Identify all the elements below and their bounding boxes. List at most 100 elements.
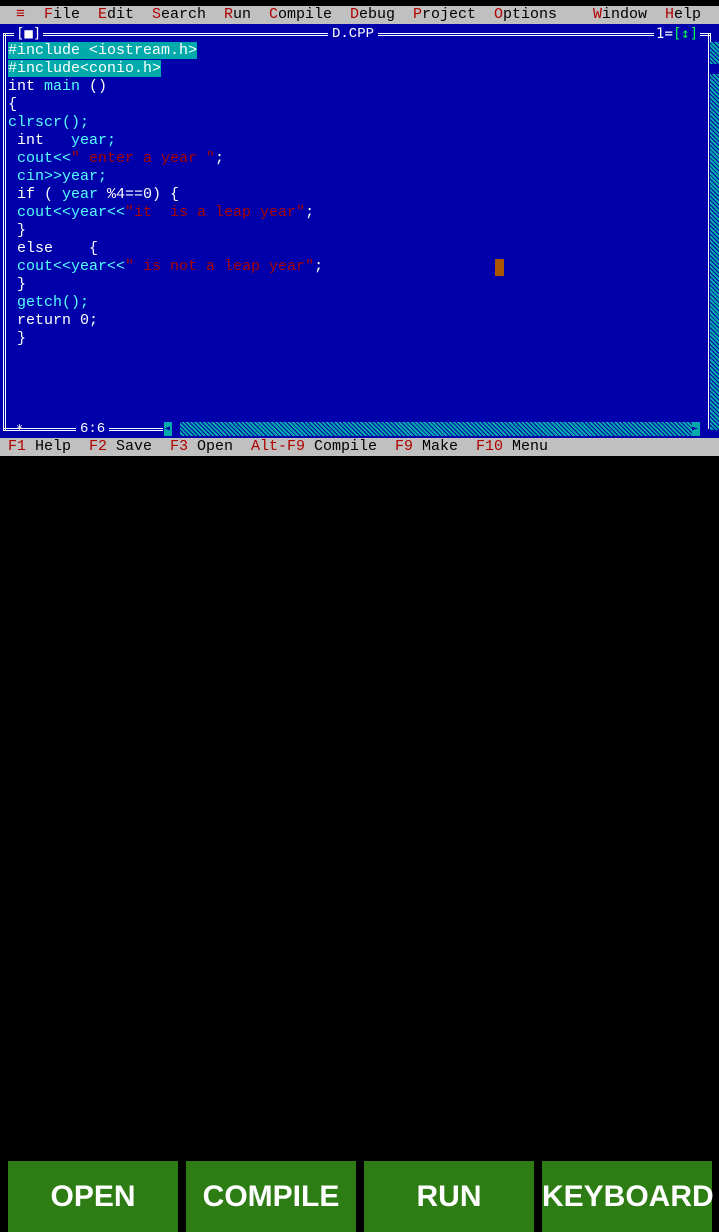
menu-bar: ≡ File Edit Search Run Compile Debug Pro… [0,6,719,24]
code-string: " enter a year " [71,150,216,167]
menu-options[interactable]: Options [494,6,557,24]
code-keyword: else [8,240,54,257]
system-menu-icon[interactable]: ≡ [16,6,25,24]
code-symbol: } [8,330,27,347]
menu-run[interactable]: Run [224,6,251,24]
code-line: int main () [8,78,323,96]
fkey-make-label: Make [413,438,459,455]
fkey-save[interactable]: F2 Save [89,438,152,456]
code-keyword: return [8,312,72,329]
menu-edit[interactable]: Edit [98,6,134,24]
code-line: clrscr(); [8,114,323,132]
code-identifier: year [62,186,99,203]
code-line: } [8,222,323,240]
menu-project[interactable]: Project [413,6,476,24]
code-line: getch(); [8,294,323,312]
menu-debug-hotkey: D [350,6,360,23]
compile-button[interactable]: COMPILE [186,1161,356,1232]
menu-project-label: roject [422,6,477,23]
menu-file[interactable]: File [44,6,80,24]
include-directive: #include<conio.h> [8,60,162,77]
code-symbol: 0; [71,312,99,329]
menu-debug-label: ebug [359,6,396,23]
menu-debug[interactable]: Debug [350,6,395,24]
keyboard-button[interactable]: KEYBOARD [542,1161,714,1232]
window-number-and-zoom: 1=[↕] [654,26,701,42]
fkey-save-key: F2 [89,438,108,455]
scroll-right-icon[interactable]: ► [692,422,700,436]
fkey-compile-label: Compile [305,438,378,455]
menu-file-label: ile [53,6,81,23]
fkey-menu-key: F10 [476,438,504,455]
run-button[interactable]: RUN [364,1161,534,1232]
code-line: cout<<" enter a year "; [8,150,323,168]
menu-help[interactable]: Help [665,6,701,24]
code-line: #include <iostream.h> [8,42,323,60]
code-identifier: getch(); [8,294,90,311]
fkey-compile[interactable]: Alt-F9 Compile [251,438,377,456]
frame-left-border [3,33,6,431]
menu-search[interactable]: Search [152,6,206,24]
code-string: "it is a leap year" [125,204,306,221]
code-area[interactable]: #include <iostream.h> #include<conio.h> … [8,42,323,348]
text-cursor [495,259,504,276]
editor-window: [■] D.CPP 1=[↕] #include <iostream.h> #i… [0,24,719,438]
fkey-help-label: Help [26,438,72,455]
zoom-icon[interactable]: [↕] [673,26,698,42]
code-symbol: { [53,240,99,257]
code-keyword: int [8,132,45,149]
menu-window-hotkey: W [593,6,603,23]
code-line: #include<conio.h> [8,60,323,78]
fkey-save-label: Save [107,438,153,455]
menu-compile[interactable]: Compile [269,6,332,24]
open-button[interactable]: OPEN [8,1161,178,1232]
fkey-compile-key: Alt-F9 [251,438,306,455]
menu-options-label: ptions [503,6,558,23]
code-symbol: { [8,96,18,113]
code-symbol: } [8,222,27,239]
code-line: if ( year %4==0) { [8,186,323,204]
code-symbol: ; [314,258,324,275]
code-identifier: cout<< [8,150,72,167]
code-identifier: main [35,78,90,95]
vertical-scroll-thumb[interactable] [710,64,719,74]
menu-help-hotkey: H [665,6,675,23]
fkey-help-key: F1 [8,438,27,455]
fkey-help[interactable]: F1 Help [8,438,71,456]
code-line: else { [8,240,323,258]
menu-project-hotkey: P [413,6,423,23]
fkey-menu-label: Menu [503,438,549,455]
code-identifier: year; [44,132,117,149]
code-line: int year; [8,132,323,150]
code-symbol: ; [215,150,225,167]
code-line: cout<<year<<" is not a leap year"; [8,258,323,276]
horizontal-scrollbar[interactable] [164,422,698,436]
menu-run-hotkey: R [224,6,234,23]
menu-search-label: earch [161,6,207,23]
code-symbol: ; [305,204,315,221]
fkey-open[interactable]: F3 Open [170,438,233,456]
vertical-scrollbar[interactable] [710,42,719,430]
code-line: } [8,330,323,348]
code-line: return 0; [8,312,323,330]
code-symbol: () [89,78,108,95]
window-number: 1 [656,26,665,42]
menu-run-label: un [233,6,252,23]
horizontal-scroll-thumb[interactable] [172,422,180,436]
function-key-bar: F1 Help F2 Save F3 Open Alt-F9 Compile F… [0,438,719,456]
cursor-position: 6:6 [76,421,110,437]
code-symbol: %4==0) { [98,186,180,203]
code-line: { [8,96,323,114]
close-window-icon[interactable]: [■] [14,27,44,41]
menu-compile-hotkey: C [269,6,279,23]
code-line: cout<<year<<"it is a leap year"; [8,204,323,222]
scroll-left-icon[interactable]: ◄ [164,422,172,436]
code-identifier: clrscr(); [8,114,90,131]
menu-window[interactable]: Window [593,6,647,24]
menu-help-label: elp [674,6,702,23]
code-identifier: cout<<year<< [8,258,126,275]
fkey-menu[interactable]: F10 Menu [476,438,548,456]
menu-edit-label: dit [107,6,135,23]
fkey-make[interactable]: F9 Make [395,438,458,456]
editor-title: D.CPP [328,26,379,42]
